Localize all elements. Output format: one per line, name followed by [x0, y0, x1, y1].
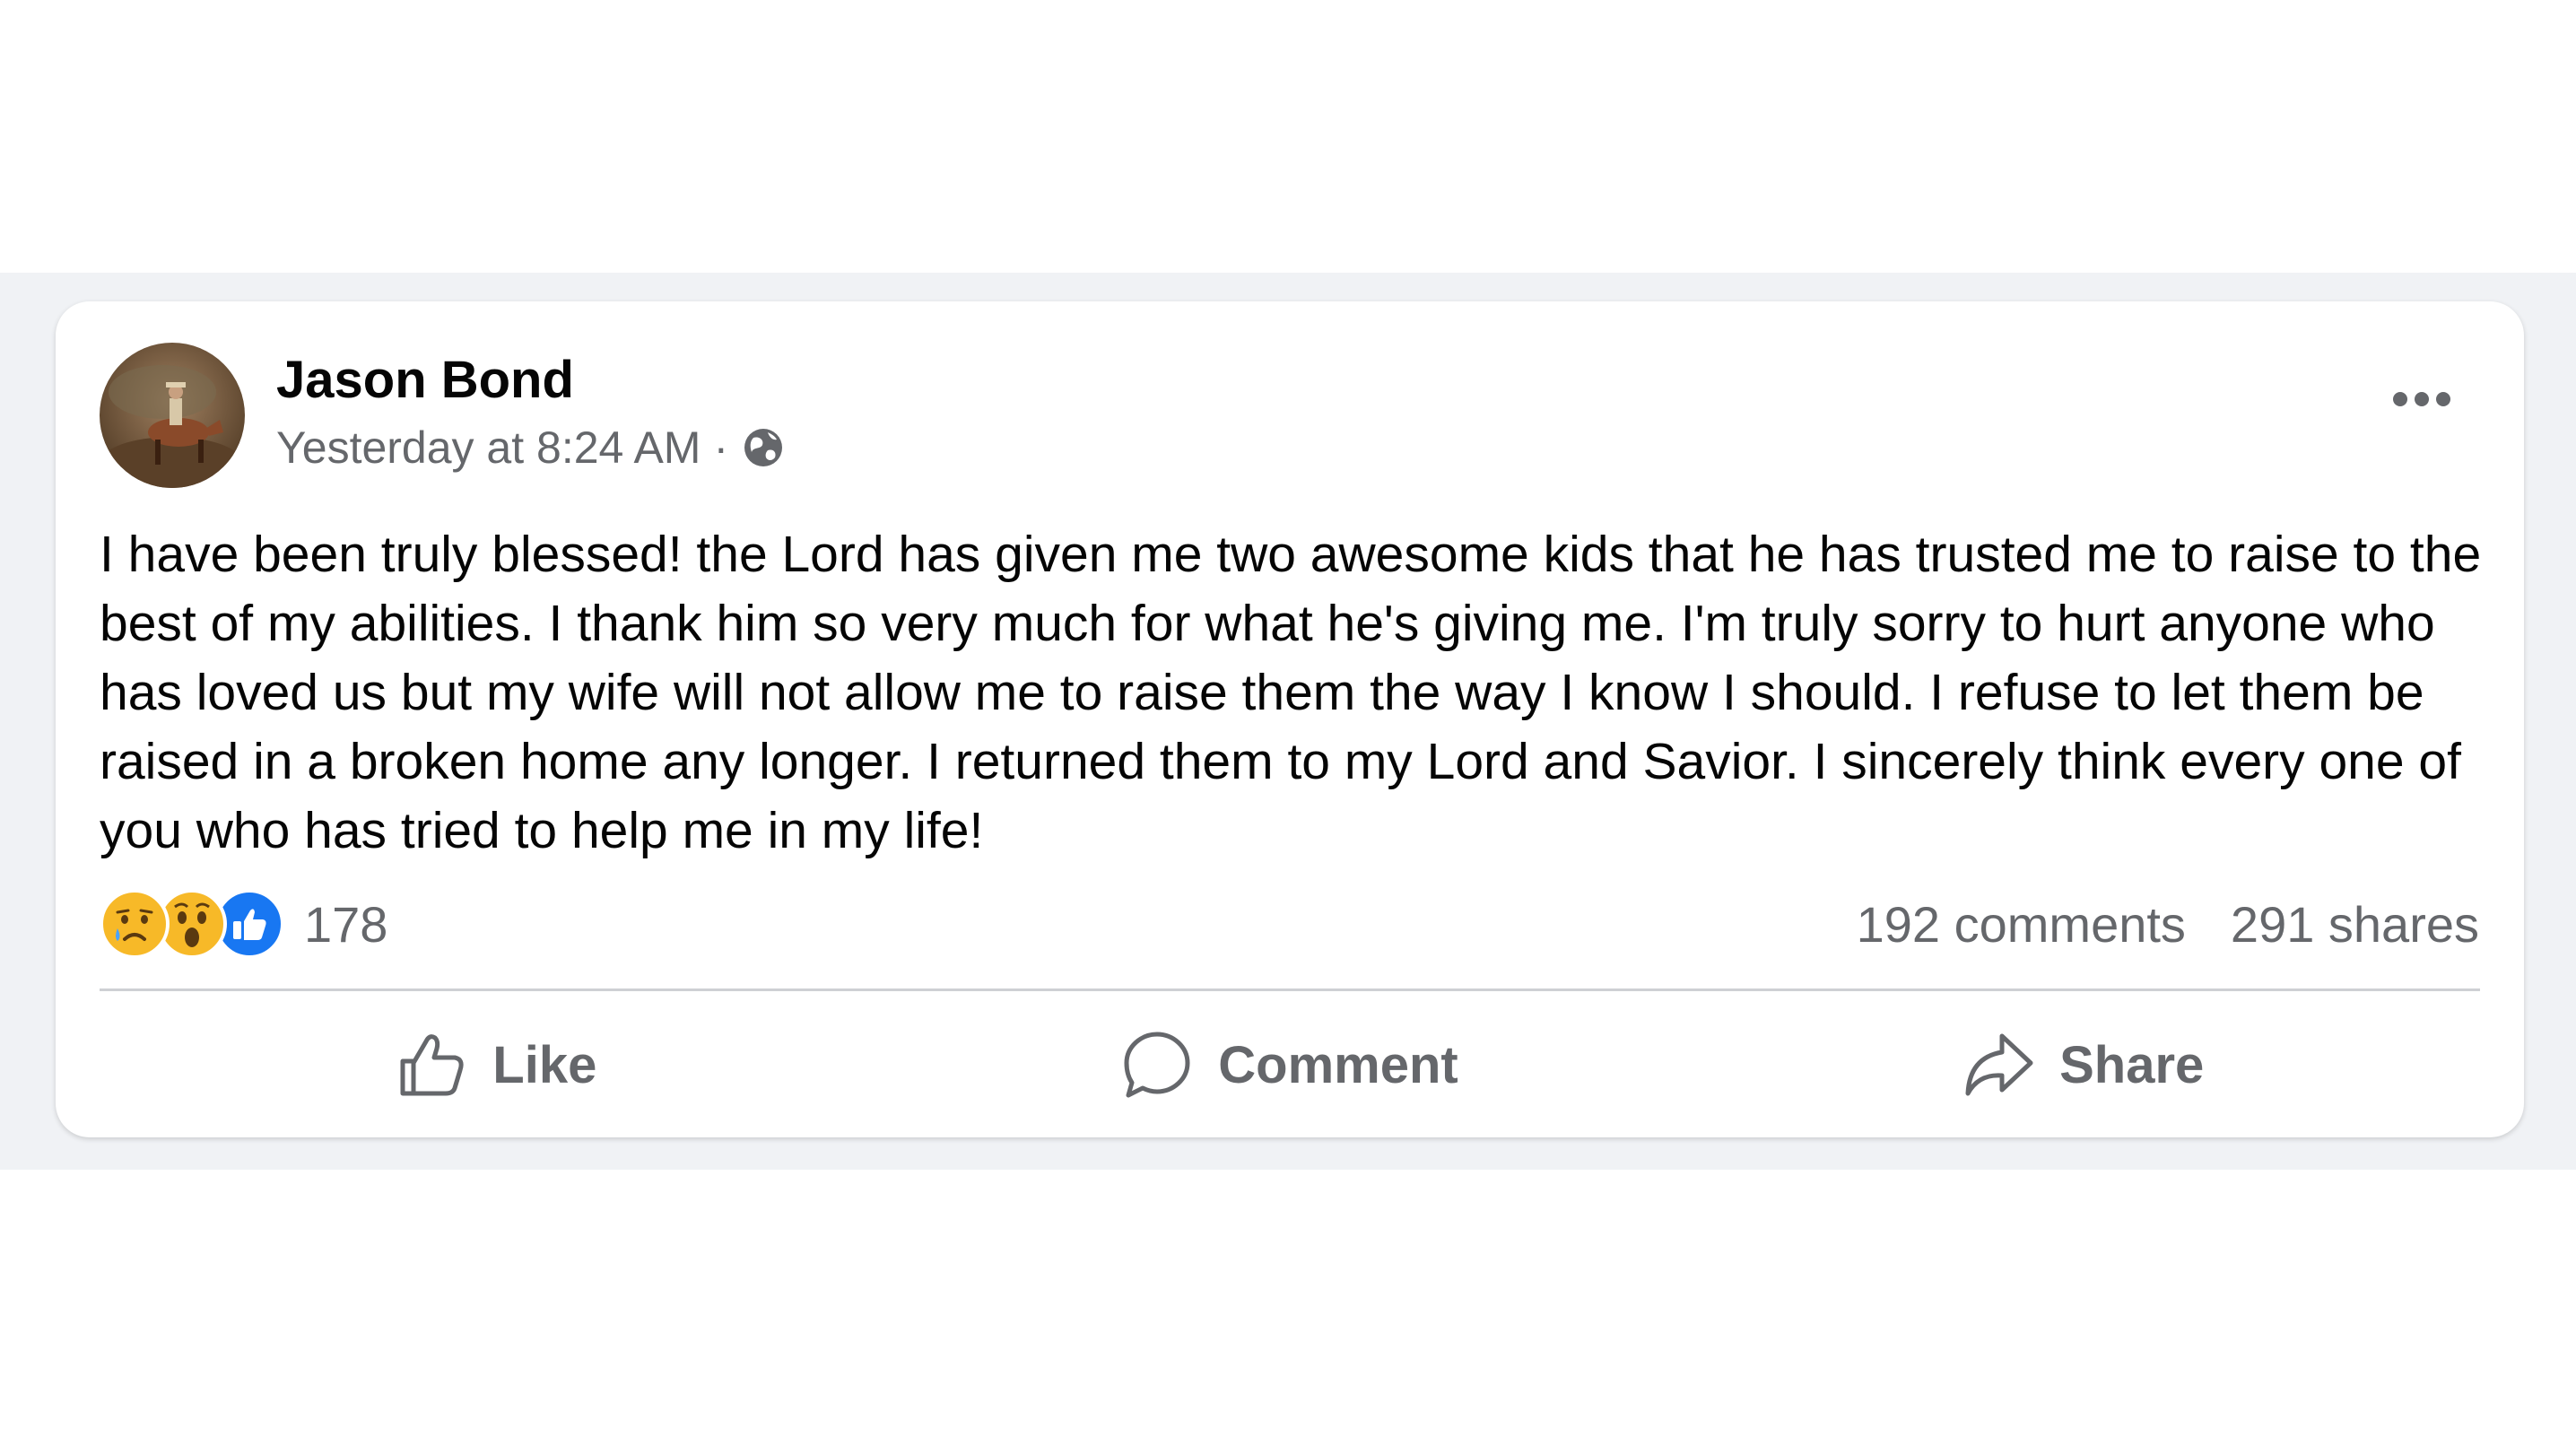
post-meta: Yesterday at 8:24 AM ·: [276, 422, 786, 474]
post-timestamp[interactable]: Yesterday at 8:24 AM: [276, 422, 701, 474]
thumbs-up-icon: [400, 1034, 464, 1096]
comment-label: Comment: [1218, 1035, 1458, 1094]
comments-count[interactable]: 192 comments: [1857, 896, 2186, 953]
post-text: I have been truly blessed! the Lord has …: [100, 526, 2482, 859]
sad-reaction-icon: [100, 889, 170, 959]
avatar[interactable]: [100, 343, 245, 488]
comment-button[interactable]: Comment: [893, 1006, 1687, 1123]
post-card: Jason Bond Yesterday at 8:24 AM · I have…: [56, 301, 2524, 1137]
action-bar: Like Comment Share: [100, 1006, 2480, 1123]
divider: [100, 988, 2480, 991]
share-label: Share: [2059, 1035, 2205, 1094]
reaction-count[interactable]: 178: [304, 895, 387, 954]
engagement-stats: 192 comments 291 shares: [1857, 895, 2479, 954]
meta-separator: ·: [713, 422, 729, 473]
author-name[interactable]: Jason Bond: [276, 350, 574, 410]
share-icon: [1965, 1033, 2033, 1096]
shares-count[interactable]: 291 shares: [2231, 896, 2479, 953]
like-button[interactable]: Like: [100, 1006, 893, 1123]
share-button[interactable]: Share: [1686, 1006, 2480, 1123]
globe-icon[interactable]: [741, 425, 786, 470]
more-options-icon[interactable]: [2393, 389, 2450, 409]
like-label: Like: [492, 1035, 597, 1094]
comment-icon: [1124, 1032, 1190, 1098]
reactions-summary[interactable]: 178: [100, 888, 387, 960]
